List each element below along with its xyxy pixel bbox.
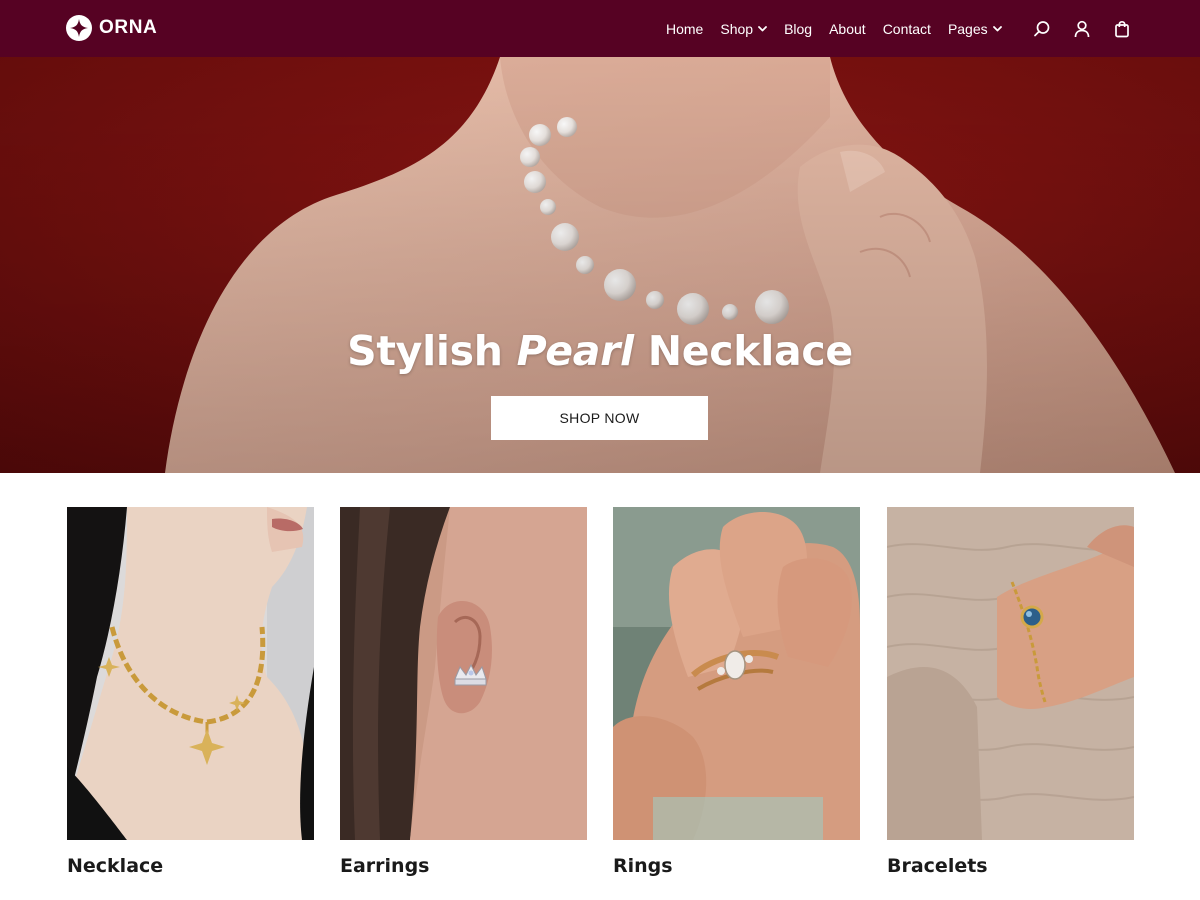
category-card-rings[interactable]: Rings [613,507,860,877]
cart-button[interactable] [1112,19,1132,39]
nav-item-home[interactable]: Home [666,21,703,37]
nav-item-label: Contact [882,20,931,37]
nav-item-label: Home [666,20,704,37]
hero-title: Stylish Pearl Necklace [0,327,1200,375]
nav-item-label: Shop [720,20,754,37]
hero-banner: Stylish Pearl Necklace SHOP NOW [0,57,1200,473]
main-nav: Home Shop Blog About Contact Pages [666,0,1019,57]
category-image-rings [613,507,860,840]
hero-title-part2: Necklace [633,327,853,375]
shop-now-button[interactable]: SHOP NOW [491,396,708,440]
hero-title-part1: Stylish [347,327,517,375]
site-header: ORNA Home Shop Blog About Contact Pages [0,0,1200,57]
shopping-bag-icon [1115,20,1129,37]
category-card-necklace[interactable]: Necklace [67,507,314,877]
account-button[interactable] [1072,19,1092,39]
nav-item-label: About [829,20,866,37]
chevron-down-icon [758,25,767,31]
category-label-earrings: Earrings [340,855,430,877]
category-label-bracelets: Bracelets [887,855,988,877]
nav-item-label: Blog [784,20,813,37]
search-button[interactable] [1032,19,1052,39]
nav-item-blog[interactable]: Blog [784,21,812,37]
brand-name: ORNA [99,17,158,38]
nav-item-about[interactable]: About [829,21,866,37]
search-icon [1034,20,1050,36]
category-card-bracelets[interactable]: Bracelets [887,507,1134,877]
chevron-down-icon [992,25,1002,31]
category-image-necklace [67,507,314,840]
user-icon [1074,20,1090,37]
brand-logo[interactable]: ORNA [66,15,157,41]
category-label-necklace: Necklace [67,855,164,877]
header-actions [1032,0,1132,57]
nav-item-pages[interactable]: Pages [948,21,1002,37]
category-card-earrings[interactable]: Earrings [340,507,587,877]
brand-logo-icon [66,15,92,41]
nav-item-contact[interactable]: Contact [883,21,931,37]
category-label-rings: Rings [613,855,673,877]
crown-stud [454,663,487,686]
category-image-bracelets [887,507,1134,840]
category-image-earrings [340,507,587,840]
hero-title-emphasis: Pearl [516,327,635,375]
nav-item-label: Pages [947,20,988,37]
nav-item-shop[interactable]: Shop [720,21,767,37]
category-grid: Necklace Earrings Rings Bracelets [67,507,1134,887]
